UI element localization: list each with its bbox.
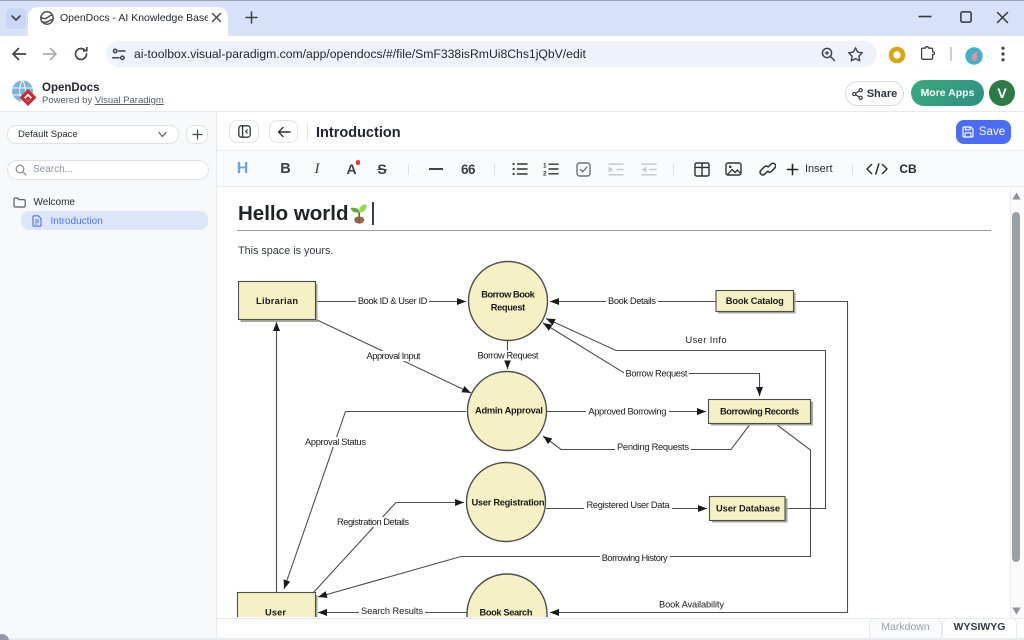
- svg-text:Borrowing History: Borrowing History: [602, 553, 668, 563]
- svg-text:Pending Requests: Pending Requests: [617, 442, 689, 452]
- svg-text:Admin Approval: Admin Approval: [475, 406, 543, 416]
- svg-text:Book Details: Book Details: [608, 296, 656, 306]
- svg-text:Borrow Request: Borrow Request: [626, 369, 688, 379]
- svg-text:Registration Details: Registration Details: [337, 517, 409, 527]
- svg-text:User Registration: User Registration: [472, 498, 545, 508]
- svg-text:Book ID & User ID: Book ID & User ID: [358, 296, 428, 306]
- svg-text:Approved Borrowing: Approved Borrowing: [588, 407, 666, 417]
- svg-text:Borrow Book: Borrow Book: [481, 290, 535, 300]
- svg-text:Borrowing Records: Borrowing Records: [720, 407, 799, 417]
- svg-text:Librarian: Librarian: [256, 296, 298, 306]
- svg-text:Borrow Request: Borrow Request: [478, 351, 539, 361]
- svg-text:User Database: User Database: [716, 504, 780, 514]
- svg-text:1: 1: [543, 163, 547, 170]
- svg-text:2: 2: [543, 171, 547, 177]
- svg-text:User Info: User Info: [686, 335, 727, 345]
- svg-text:Search Results: Search Results: [361, 606, 423, 616]
- svg-text:User: User: [265, 608, 286, 618]
- svg-text:Approval Status: Approval Status: [305, 437, 366, 447]
- svg-text:Book Availability: Book Availability: [659, 600, 724, 610]
- svg-text:Registered User Data: Registered User Data: [587, 500, 671, 510]
- svg-text:Approval Input: Approval Input: [367, 351, 421, 361]
- svg-text:Book Search: Book Search: [480, 608, 533, 618]
- svg-text:Book Catalog: Book Catalog: [726, 296, 784, 306]
- svg-text:Request: Request: [491, 302, 526, 312]
